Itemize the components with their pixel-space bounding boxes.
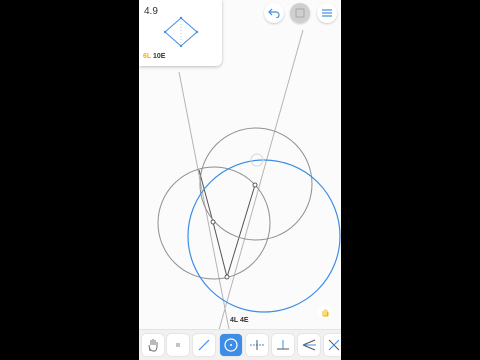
app-screen: 4.9 6L 10E 4L 4E	[139, 0, 341, 360]
level-number: 4.9	[144, 6, 158, 17]
tool-angle-bisector[interactable]	[298, 334, 320, 356]
point[interactable]	[252, 182, 258, 188]
tool-bar	[139, 329, 341, 360]
level-score: 6L 10E	[143, 53, 165, 60]
level-card[interactable]: 4.9 6L 10E	[139, 0, 222, 66]
tool-move[interactable]	[142, 334, 164, 356]
circle-icon	[224, 338, 238, 352]
parallel-icon	[328, 339, 340, 351]
score-l: 6L	[143, 53, 152, 60]
move-count: 4L 4E	[230, 317, 249, 324]
line-icon	[198, 339, 210, 351]
undo-button[interactable]	[264, 3, 284, 23]
tool-parallel[interactable]	[324, 334, 341, 356]
tool-point[interactable]	[167, 334, 189, 356]
segment[interactable]	[226, 184, 256, 278]
hint-button[interactable]	[318, 305, 332, 319]
construction-line[interactable]	[218, 29, 304, 331]
point-icon	[176, 343, 180, 347]
hint-icon	[322, 309, 329, 317]
perpendicular-icon	[277, 340, 289, 350]
tool-circle[interactable]	[220, 334, 242, 356]
redo-button[interactable]	[290, 3, 310, 23]
tool-perpendicular-bisector[interactable]	[246, 334, 268, 356]
point[interactable]	[224, 274, 230, 280]
construction-line[interactable]	[178, 71, 236, 360]
redo-icon	[295, 8, 305, 18]
point[interactable]	[210, 219, 216, 225]
tool-perpendicular[interactable]	[272, 334, 294, 356]
perpendicular-bisector-icon	[250, 340, 264, 350]
undo-icon	[268, 8, 280, 18]
angle-bisector-icon	[302, 339, 316, 351]
tool-line[interactable]	[193, 334, 215, 356]
score-e: 10E	[153, 53, 166, 60]
level-thumbnail-icon	[163, 16, 199, 48]
menu-icon	[322, 9, 332, 17]
hand-icon	[148, 339, 158, 352]
menu-button[interactable]	[317, 3, 337, 23]
